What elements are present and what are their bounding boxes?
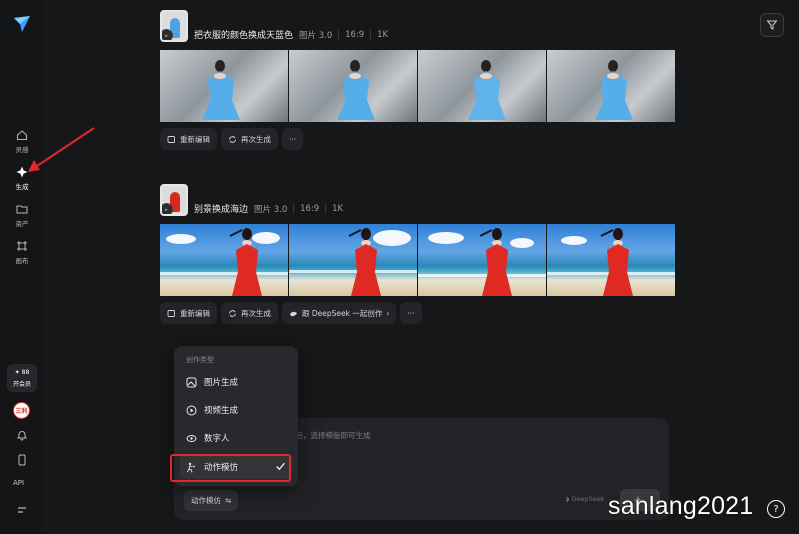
chevron-right-icon: › bbox=[386, 308, 390, 318]
api-link[interactable]: API bbox=[13, 479, 24, 487]
refresh-icon bbox=[229, 135, 236, 143]
vip-label: 开会员 bbox=[12, 380, 31, 388]
image-gen-icon bbox=[186, 377, 197, 387]
vip-count: ✦ 88 bbox=[14, 368, 30, 376]
task-header: ▸ 别景换成海边 图片 3.0 | 16:9 | 1K bbox=[160, 184, 675, 216]
reference-thumbnail[interactable]: ▸ bbox=[160, 10, 188, 42]
avatar[interactable]: 三利 bbox=[13, 402, 30, 419]
result-image[interactable] bbox=[418, 224, 546, 296]
sidebar: 灵感 生成 资产 画布 ✦ 88 开会员 三利 API bbox=[0, 0, 44, 534]
more-button[interactable]: ··· bbox=[282, 128, 304, 150]
reference-thumbnail[interactable]: ▸ bbox=[160, 184, 188, 216]
edit-icon bbox=[167, 135, 175, 143]
composer-placeholder[interactable]: 片后，选择模版即可生成 bbox=[288, 430, 371, 441]
result-image[interactable] bbox=[160, 50, 288, 122]
sidebar-item-label: 生成 bbox=[15, 182, 29, 191]
generation-task-2: ▸ 别景换成海边 图片 3.0 | 16:9 | 1K 重新编辑 再次生成 跟 … bbox=[160, 184, 675, 324]
menu-icon[interactable] bbox=[16, 504, 28, 516]
task-meta: 图片 3.0 | 16:9 | 1K bbox=[254, 204, 344, 215]
refresh-icon bbox=[229, 309, 236, 317]
regenerate-button[interactable]: 再次生成 bbox=[221, 302, 278, 324]
thumbnail-badge-icon: ▸ bbox=[162, 29, 173, 40]
re-edit-button[interactable]: 重新编辑 bbox=[160, 128, 217, 150]
dropdown-title: 创作类型 bbox=[186, 356, 214, 364]
folder-icon bbox=[16, 205, 28, 213]
deepseek-whale-icon bbox=[290, 311, 297, 316]
more-icon: ··· bbox=[407, 308, 415, 318]
result-grid bbox=[160, 50, 675, 122]
filter-icon bbox=[766, 20, 778, 30]
sidebar-item-label: 画布 bbox=[15, 256, 29, 265]
filter-button[interactable] bbox=[760, 13, 784, 37]
annotation-arrow-icon bbox=[28, 127, 95, 172]
result-image[interactable] bbox=[289, 224, 417, 296]
more-button[interactable]: ··· bbox=[400, 302, 422, 324]
generation-task-1: ▸ 把衣服的颜色换成天蓝色 图片 3.0 | 16:9 | 1K 重新编辑 再次生成 bbox=[160, 10, 675, 150]
phone-icon[interactable] bbox=[16, 454, 28, 466]
option-digital-human[interactable]: 数字人 bbox=[180, 426, 292, 450]
sidebar-item-label: 资产 bbox=[15, 219, 29, 228]
result-grid bbox=[160, 224, 675, 296]
vip-button[interactable]: ✦ 88 开会员 bbox=[7, 364, 37, 392]
option-image-generation[interactable]: 图片生成 bbox=[180, 370, 292, 394]
watermark-text: sanlang2021 bbox=[608, 492, 754, 520]
thumbnail-badge-icon: ▸ bbox=[162, 203, 173, 214]
creation-type-selector[interactable]: 动作模仿 ⇋ bbox=[184, 490, 239, 511]
sidebar-item-canvas[interactable]: 画布 bbox=[4, 235, 40, 269]
regenerate-button[interactable]: 再次生成 bbox=[221, 128, 278, 150]
task-meta: 图片 3.0 | 16:9 | 1K bbox=[299, 30, 389, 41]
result-image[interactable] bbox=[289, 50, 417, 122]
app-logo-icon[interactable] bbox=[12, 14, 32, 34]
more-icon: ··· bbox=[289, 134, 297, 144]
bell-icon[interactable] bbox=[16, 429, 28, 441]
canvas-icon bbox=[17, 240, 27, 251]
result-image[interactable] bbox=[418, 50, 546, 122]
help-icon: ? bbox=[773, 503, 779, 515]
help-button[interactable]: ? bbox=[767, 500, 785, 518]
re-edit-button[interactable]: 重新编辑 bbox=[160, 302, 217, 324]
sidebar-item-assets[interactable]: 资产 bbox=[4, 198, 40, 232]
task-prompt: 把衣服的颜色换成天蓝色 bbox=[194, 31, 294, 41]
task-prompt: 别景换成海边 bbox=[194, 205, 249, 215]
annotation-highlight-box bbox=[170, 454, 291, 482]
digital-human-icon bbox=[186, 434, 197, 442]
deepseek-mark: ◗ DeepSeek bbox=[566, 495, 605, 503]
task-actions: 重新编辑 再次生成 ··· bbox=[160, 128, 675, 150]
option-video-generation[interactable]: 视频生成 bbox=[180, 398, 292, 422]
task-actions: 重新编辑 再次生成 跟 DeepSeek 一起创作 › ··· bbox=[160, 302, 675, 324]
result-image[interactable] bbox=[547, 224, 675, 296]
result-image[interactable] bbox=[547, 50, 675, 122]
deepseek-create-button[interactable]: 跟 DeepSeek 一起创作 › bbox=[282, 302, 397, 324]
swap-icon: ⇋ bbox=[225, 496, 232, 505]
result-image[interactable] bbox=[160, 224, 288, 296]
edit-icon bbox=[167, 309, 175, 317]
video-gen-icon bbox=[186, 405, 197, 415]
task-header: ▸ 把衣服的颜色换成天蓝色 图片 3.0 | 16:9 | 1K bbox=[160, 10, 675, 42]
